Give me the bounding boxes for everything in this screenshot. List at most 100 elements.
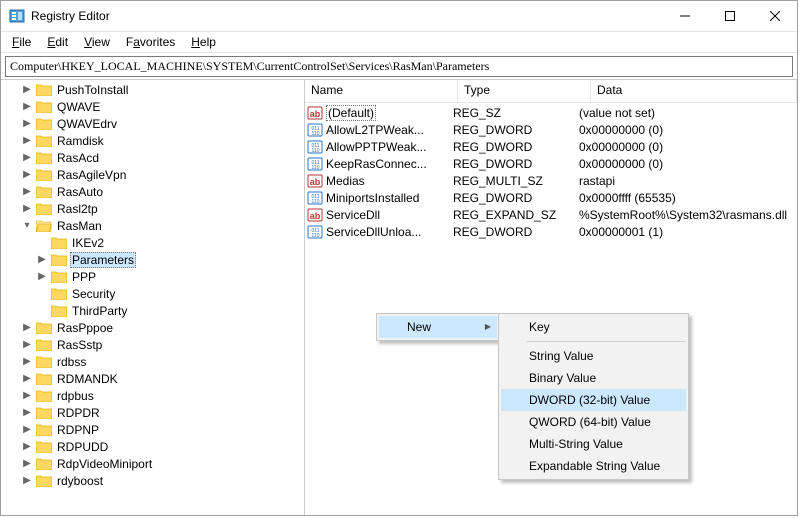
folder-icon (51, 304, 67, 317)
tree-node[interactable]: ▾ RasMan (1, 217, 304, 234)
tree-node[interactable]: ▶ rdpbus (1, 387, 304, 404)
tree-node[interactable]: ThirdParty (1, 302, 304, 319)
tree-node[interactable]: ▶ Ramdisk (1, 132, 304, 149)
value-row[interactable]: 011110ServiceDllUnloa...REG_DWORD0x00000… (305, 223, 797, 240)
tree-expander[interactable]: ▶ (21, 101, 33, 112)
value-data: 0x0000ffff (65535) (573, 191, 797, 205)
tree-node[interactable]: ▶Parameters (1, 251, 304, 268)
tree-node-label: IKEv2 (70, 236, 106, 250)
column-data[interactable]: Data (591, 80, 797, 102)
window-title: Registry Editor (31, 9, 662, 23)
tree-expander[interactable]: ▶ (21, 475, 33, 486)
new-dword-value[interactable]: DWORD (32-bit) Value (501, 389, 686, 411)
tree-expander[interactable]: ▶ (21, 84, 33, 95)
value-row[interactable]: abServiceDllREG_EXPAND_SZ%SystemRoot%\Sy… (305, 206, 797, 223)
minimize-button[interactable] (662, 1, 707, 31)
value-row[interactable]: ab(Default)REG_SZ(value not set) (305, 104, 797, 121)
tree-node-label: RasMan (55, 219, 104, 233)
context-new[interactable]: New (379, 316, 497, 338)
tree-node[interactable]: ▶QWAVE (1, 98, 304, 115)
tree-node[interactable]: ▶rdyboost (1, 472, 304, 489)
tree-node[interactable]: ▶RDMANDK (1, 370, 304, 387)
tree-node[interactable]: ▶RasAgileVpn (1, 166, 304, 183)
new-binary-value[interactable]: Binary Value (501, 367, 686, 389)
value-name: AllowPPTPWeak... (326, 140, 426, 154)
value-row[interactable]: 011110AllowL2TPWeak...REG_DWORD0x0000000… (305, 121, 797, 138)
tree-node[interactable]: ▶RasPppoe (1, 319, 304, 336)
column-type[interactable]: Type (458, 80, 591, 102)
value-data: (value not set) (573, 106, 797, 120)
value-row[interactable]: 011110AllowPPTPWeak...REG_DWORD0x0000000… (305, 138, 797, 155)
folder-icon (36, 134, 52, 147)
value-type: REG_EXPAND_SZ (447, 208, 573, 222)
tree-node[interactable]: ▶RasSstp (1, 336, 304, 353)
new-multistring-value[interactable]: Multi-String Value (501, 433, 686, 455)
value-row[interactable]: 011110MiniportsInstalledREG_DWORD0x0000f… (305, 189, 797, 206)
tree-node[interactable]: ▶ RDPDR (1, 404, 304, 421)
tree-expander[interactable]: ▶ (21, 373, 33, 384)
new-string-value[interactable]: String Value (501, 345, 686, 367)
column-name[interactable]: Name (305, 80, 458, 102)
menu-favorites[interactable]: Favorites (119, 34, 182, 50)
value-data: rastapi (573, 174, 797, 188)
new-key[interactable]: Key (501, 316, 686, 338)
tree-pane[interactable]: ▶PushToInstall▶QWAVE▶QWAVEdrv▶Ramdisk▶Ra… (1, 80, 305, 515)
tree-node[interactable]: ▶RdpVideoMiniport (1, 455, 304, 472)
tree-node[interactable]: ▶RDPUDD (1, 438, 304, 455)
tree-expander[interactable]: ▶ (21, 169, 33, 180)
tree-node[interactable]: ▶ QWAVEdrv (1, 115, 304, 132)
tree-expander[interactable]: ▶ (21, 424, 33, 435)
tree-expander[interactable]: ▶ (21, 118, 33, 129)
tree-expander[interactable]: ▶ (21, 186, 33, 197)
tree-node[interactable]: ▶RasAuto (1, 183, 304, 200)
tree-node-label: QWAVEdrv (55, 117, 119, 131)
tree-node[interactable]: ▶RDPNP (1, 421, 304, 438)
tree-expander[interactable]: ▶ (21, 441, 33, 452)
tree-node[interactable]: ▶PPP (1, 268, 304, 285)
tree-node[interactable]: Security (1, 285, 304, 302)
close-button[interactable] (752, 1, 797, 31)
value-row[interactable]: abMediasREG_MULTI_SZrastapi (305, 172, 797, 189)
tree-expander[interactable]: ▶ (21, 407, 33, 418)
tree-node[interactable]: ▶PushToInstall (1, 81, 304, 98)
tree-expander[interactable]: ▾ (21, 220, 33, 231)
tree-expander[interactable]: ▶ (21, 339, 33, 350)
tree-expander[interactable]: ▶ (21, 135, 33, 146)
menu-edit[interactable]: Edit (40, 34, 75, 50)
tree-node-label: rdpbus (55, 389, 96, 403)
value-row[interactable]: 011110KeepRasConnec...REG_DWORD0x0000000… (305, 155, 797, 172)
tree-node[interactable]: ▶RasAcd (1, 149, 304, 166)
tree-node[interactable]: IKEv2 (1, 234, 304, 251)
folder-icon (36, 457, 52, 470)
svg-text:ab: ab (310, 177, 321, 187)
tree-expander[interactable]: ▶ (21, 322, 33, 333)
address-input[interactable] (5, 56, 793, 77)
reg-string-icon: ab (307, 105, 323, 121)
value-name: ServiceDll (326, 208, 380, 222)
tree-expander[interactable]: ▶ (21, 152, 33, 163)
svg-text:ab: ab (310, 109, 321, 119)
menu-help[interactable]: Help (184, 34, 223, 50)
tree-expander[interactable]: ▶ (36, 254, 48, 265)
maximize-button[interactable] (707, 1, 752, 31)
tree-expander[interactable]: ▶ (21, 203, 33, 214)
tree-expander[interactable]: ▶ (36, 271, 48, 282)
tree-expander[interactable]: ▶ (21, 356, 33, 367)
tree-expander[interactable]: ▶ (21, 458, 33, 469)
value-type: REG_DWORD (447, 157, 573, 171)
menu-view[interactable]: View (77, 34, 117, 50)
new-qword-value[interactable]: QWORD (64-bit) Value (501, 411, 686, 433)
reg-string-icon: ab (307, 207, 323, 223)
folder-open-icon (36, 219, 52, 232)
tree-node[interactable]: ▶rdbss (1, 353, 304, 370)
tree-node-label: RDPDR (55, 406, 102, 420)
menu-file[interactable]: File (5, 34, 38, 50)
new-expandstring-value[interactable]: Expandable String Value (501, 455, 686, 477)
tree-node[interactable]: ▶Rasl2tp (1, 200, 304, 217)
tree-node-label: Ramdisk (55, 134, 106, 148)
tree-expander[interactable]: ▶ (21, 390, 33, 401)
value-name: MiniportsInstalled (326, 191, 419, 205)
folder-icon (36, 372, 52, 385)
titlebar[interactable]: Registry Editor (1, 1, 797, 32)
folder-icon (36, 100, 52, 113)
